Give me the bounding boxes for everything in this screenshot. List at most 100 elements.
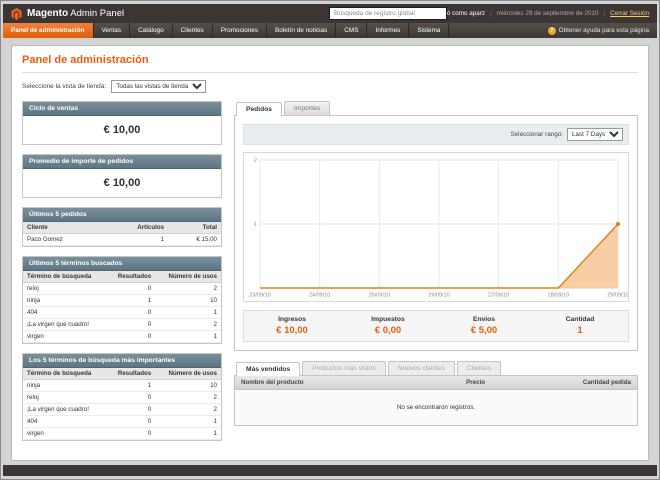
tab-importes[interactable]: Importes bbox=[284, 101, 331, 115]
top-header-bar: Magento Admin Panel Accedió como aparz |… bbox=[3, 4, 657, 23]
table-row[interactable]: 404 0 1 bbox=[23, 415, 221, 428]
help-icon: ? bbox=[547, 26, 556, 35]
table-row[interactable]: virgen 0 1 bbox=[23, 330, 221, 343]
column-header: Resultados bbox=[107, 368, 156, 380]
grid-header-row: Nombre del producto Precio Cantidad pedi… bbox=[235, 376, 637, 390]
brand-title: Magento Admin Panel bbox=[27, 8, 124, 19]
column-header: Total bbox=[168, 222, 221, 234]
products-grid: Nombre del producto Precio Cantidad pedi… bbox=[234, 375, 638, 426]
nav-item[interactable]: Boletín de noticias bbox=[267, 23, 337, 38]
total-stat: Impuestos € 0,00 bbox=[371, 316, 405, 336]
table-row[interactable]: ¡La virgen que cuadro! 0 2 bbox=[23, 318, 221, 331]
panel-title: Ciclo de ventas bbox=[23, 102, 221, 116]
table-row[interactable]: ninja 1 10 bbox=[23, 379, 221, 392]
store-view-row: Seleccione la vista de tienda: Todas las… bbox=[22, 80, 638, 93]
lifetime-sales-panel: Ciclo de ventas € 10,00 bbox=[22, 101, 222, 145]
column-header: Número de usos bbox=[155, 271, 221, 283]
column-header: Nombre del producto bbox=[235, 376, 416, 390]
svg-text:25/09/10: 25/09/10 bbox=[369, 293, 390, 299]
title-divider bbox=[22, 72, 638, 73]
tab-productos-mas-vistos[interactable]: Productos más vistos bbox=[302, 361, 386, 375]
column-header: Cliente bbox=[23, 222, 104, 234]
svg-text:26/09/10: 26/09/10 bbox=[428, 293, 449, 299]
store-view-label: Seleccione la vista de tienda: bbox=[22, 83, 107, 90]
table-row[interactable]: reloj 0 2 bbox=[23, 391, 221, 404]
column-header: Término de búsqueda bbox=[23, 271, 108, 283]
dashboard-left-column: Ciclo de ventas € 10,00 Promedio de impo… bbox=[22, 101, 222, 450]
average-orders-panel: Promedio de importe de pedidos € 10,00 bbox=[22, 154, 222, 198]
table-row[interactable]: 404 0 1 bbox=[23, 306, 221, 319]
panel-title: Promedio de importe de pedidos bbox=[23, 155, 221, 169]
help-label: Obtener ayuda para esta página bbox=[558, 27, 649, 34]
panel-title: Últimos 5 pedidos bbox=[23, 208, 221, 222]
total-stat: Ingresos € 10,00 bbox=[276, 316, 308, 336]
dashboard-right-column: Pedidos Importes Seleccionar rango: Last… bbox=[234, 101, 638, 450]
column-header: Artículos bbox=[103, 222, 169, 234]
table-row[interactable]: reloj 0 2 bbox=[23, 282, 221, 295]
column-header: Resultados bbox=[107, 271, 156, 283]
panel-title: Los 5 términos de búsqueda más important… bbox=[23, 354, 221, 368]
nav-item[interactable]: Ventas bbox=[94, 23, 131, 38]
range-label: Seleccionar rango: bbox=[510, 131, 563, 138]
svg-text:2: 2 bbox=[254, 158, 258, 164]
panel-title: Últimos 5 términos buscados bbox=[23, 257, 221, 271]
tab-pedidos[interactable]: Pedidos bbox=[236, 102, 283, 116]
nav-item[interactable]: Promociones bbox=[213, 23, 268, 38]
svg-text:28/09/10: 28/09/10 bbox=[548, 293, 569, 299]
table-row[interactable]: ninja 1 10 bbox=[23, 294, 221, 307]
svg-text:1: 1 bbox=[254, 222, 258, 228]
header-separator: | bbox=[603, 10, 606, 17]
range-select[interactable]: Last 7 Days bbox=[567, 128, 623, 141]
product-report-tabs: Más vendidos Productos más vistos Nuevos… bbox=[234, 361, 638, 376]
nav-item[interactable]: Catálogo bbox=[130, 23, 173, 38]
header-separator: | bbox=[489, 10, 492, 17]
empty-message: No se encontraron registros. bbox=[235, 389, 637, 425]
content-card: Panel de administración Seleccione la vi… bbox=[11, 45, 649, 461]
column-header: Término de búsqueda bbox=[23, 368, 108, 380]
column-header: Precio bbox=[415, 376, 492, 390]
nav-item[interactable]: Panel de administración bbox=[3, 23, 94, 38]
last-orders-panel: Últimos 5 pedidos Cliente Artículos Total P… bbox=[22, 207, 222, 247]
nav-item[interactable]: Informes bbox=[367, 23, 410, 38]
top-search-terms-panel: Los 5 términos de búsqueda más important… bbox=[22, 353, 222, 441]
nav-item[interactable]: CMS bbox=[336, 23, 368, 38]
last-search-terms-panel: Últimos 5 términos buscados Término de b… bbox=[22, 256, 222, 344]
table-row[interactable]: ¡La virgen que cuadro! 0 2 bbox=[23, 403, 221, 416]
top-search-terms-table: Término de búsqueda Resultados Número de u… bbox=[23, 368, 221, 440]
svg-text:27/09/10: 27/09/10 bbox=[488, 293, 509, 299]
main-nav-bar: Panel de administración Ventas Catálogo Cli… bbox=[3, 23, 657, 38]
orders-report-box: Seleccionar rango: Last 7 Days 1 2 23/09/1… bbox=[234, 115, 638, 351]
last-orders-table: Cliente Artículos Total Paco Gomez 1 € 15,00 bbox=[23, 222, 221, 246]
brand-name: Magento bbox=[27, 8, 69, 19]
tab-mas-vendidos[interactable]: Más vendidos bbox=[236, 362, 301, 376]
nav-item[interactable]: Sistema bbox=[409, 23, 450, 38]
total-stat: Cantidad 1 bbox=[565, 316, 595, 336]
total-stat: Envíos € 5,00 bbox=[470, 316, 498, 336]
svg-text:24/09/10: 24/09/10 bbox=[309, 293, 330, 299]
footer-bar bbox=[3, 465, 657, 476]
average-orders-value: € 10,00 bbox=[23, 169, 221, 197]
global-search-input[interactable] bbox=[329, 7, 447, 20]
help-link[interactable]: ? Obtener ayuda para esta página bbox=[547, 23, 657, 38]
page-title: Panel de administración bbox=[22, 54, 149, 66]
nav-item[interactable]: Clientes bbox=[173, 23, 213, 38]
tab-clientes[interactable]: Clientes bbox=[457, 361, 502, 375]
magento-logo-icon bbox=[11, 7, 22, 20]
last-search-terms-table: Término de búsqueda Resultados Número de u… bbox=[23, 271, 221, 343]
store-view-select[interactable]: Todas las vistas de tienda bbox=[111, 80, 207, 93]
brand-suffix: Admin Panel bbox=[70, 8, 125, 19]
products-table: Nombre del producto Precio Cantidad pedi… bbox=[235, 376, 637, 425]
column-header: Cantidad pedida bbox=[491, 376, 637, 390]
table-row[interactable]: Paco Gomez 1 € 15,00 bbox=[23, 233, 221, 246]
magento-admin-window: Magento Admin Panel Accedió como aparz |… bbox=[0, 0, 660, 480]
logout-link[interactable]: Cerrar Sesión bbox=[610, 10, 649, 17]
range-row: Seleccionar rango: Last 7 Days bbox=[243, 124, 629, 145]
header-date: miércoles 29 de septiembre de 2010 bbox=[496, 10, 599, 17]
tab-nuevos-clientes[interactable]: Nuevos clientes bbox=[387, 361, 456, 375]
svg-text:23/09/10: 23/09/10 bbox=[249, 293, 270, 299]
table-row[interactable]: virgen 0 1 bbox=[23, 427, 221, 440]
column-header: Número de usos bbox=[155, 368, 221, 380]
main-nav: Panel de administración Ventas Catálogo Cli… bbox=[3, 23, 450, 38]
orders-chart: 1 2 23/09/10 24/09/10 25/09/10 26/09/10 27/09/… bbox=[243, 152, 629, 302]
svg-text:29/09/10: 29/09/10 bbox=[607, 293, 628, 299]
